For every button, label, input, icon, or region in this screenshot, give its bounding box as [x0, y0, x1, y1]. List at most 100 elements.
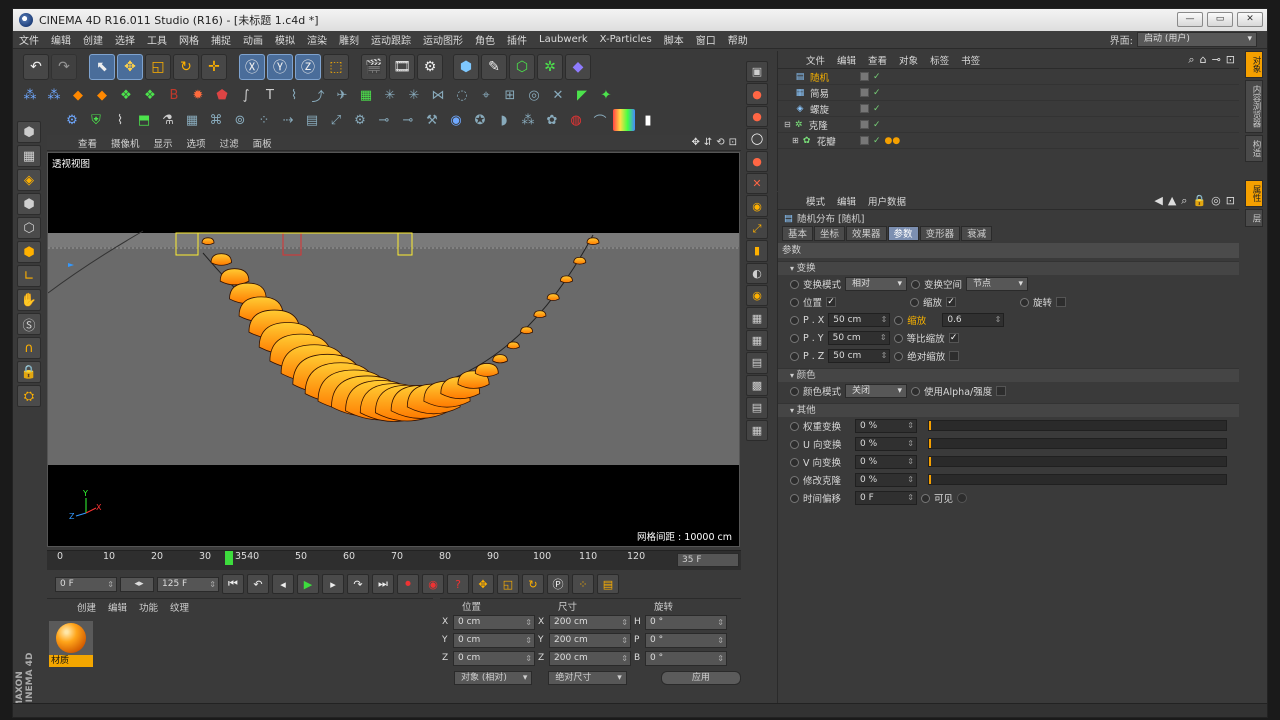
- plugin-icon-43[interactable]: ✪: [469, 109, 491, 131]
- side-tab-attributes[interactable]: 属性: [1245, 179, 1263, 207]
- plugin-icon-45[interactable]: ⁂: [517, 109, 539, 131]
- prev-key-icon[interactable]: ↶: [247, 574, 269, 594]
- plugin-icon-12[interactable]: ⌇: [283, 84, 305, 106]
- plugin-icon-33[interactable]: ⊚: [229, 109, 251, 131]
- plugin-icon-40[interactable]: ⊸: [397, 109, 419, 131]
- key-position-icon[interactable]: ✥: [472, 574, 494, 594]
- layout-icon-6[interactable]: ✕: [746, 173, 768, 195]
- plugin-icon-37[interactable]: ⤢: [325, 109, 347, 131]
- tab-falloff[interactable]: 衰减: [961, 226, 993, 241]
- plugin-icon-26[interactable]: ⚙: [61, 109, 83, 131]
- menu-xparticles[interactable]: X-Particles: [594, 34, 658, 45]
- range-slider[interactable]: ◂▸: [120, 576, 154, 592]
- new-panel-icon[interactable]: ⊡: [1226, 53, 1235, 67]
- layout-icon-4[interactable]: ◯: [746, 128, 768, 150]
- close-button[interactable]: ✕: [1237, 12, 1263, 27]
- side-tab-structure[interactable]: 构造: [1245, 134, 1263, 162]
- tab-basic[interactable]: 基本: [782, 226, 814, 241]
- plugin-icon-5[interactable]: ❖: [115, 84, 137, 106]
- anim-radio[interactable]: [790, 421, 799, 431]
- plugin-icon-18[interactable]: ⋈: [427, 84, 449, 106]
- plugin-icon-41[interactable]: ⚒: [421, 109, 443, 131]
- tab-deformer[interactable]: 变形器: [919, 226, 961, 241]
- anim-radio[interactable]: [1020, 297, 1030, 307]
- search-icon[interactable]: ⌕: [1188, 53, 1194, 67]
- layout-icon-1[interactable]: ▣: [746, 61, 768, 83]
- workplane-mode-icon[interactable]: ◈: [17, 169, 41, 191]
- texture-mode-icon[interactable]: ▦: [17, 145, 41, 167]
- edges-mode-icon[interactable]: ⬡: [17, 217, 41, 239]
- polygons-mode-icon[interactable]: ⬢: [17, 241, 41, 263]
- coordinate-system-icon[interactable]: ⬚: [323, 54, 349, 80]
- layout-icon-14[interactable]: ▤: [746, 352, 768, 374]
- go-to-end-icon[interactable]: ⏭: [372, 574, 394, 594]
- menu-file[interactable]: 文件: [13, 32, 45, 47]
- key-pla-icon[interactable]: ⁘: [572, 574, 594, 594]
- obj-menu-tags[interactable]: 标签: [924, 53, 955, 67]
- layout-icon-9[interactable]: ▮: [746, 240, 768, 262]
- layout-icon-13[interactable]: ▦: [746, 329, 768, 352]
- tab-parameter[interactable]: 参数: [887, 226, 919, 241]
- layout-icon-12[interactable]: ▦: [746, 307, 768, 329]
- menu-tools[interactable]: 工具: [141, 32, 173, 47]
- object-row-random[interactable]: ▤ 随机 ✓: [778, 69, 1239, 85]
- size-x-field[interactable]: 200 cm: [549, 614, 631, 630]
- home-icon[interactable]: ⌂: [1200, 53, 1207, 67]
- layout-icon-17[interactable]: ▦: [746, 419, 768, 441]
- zoom-icon[interactable]: ⇵: [704, 137, 712, 148]
- pos-x-field[interactable]: 0 cm: [453, 614, 535, 630]
- scale-value-field[interactable]: 0.6: [942, 313, 1005, 327]
- playhead[interactable]: [225, 551, 233, 565]
- layout-icon-8[interactable]: ⤢: [746, 217, 768, 240]
- render-view-icon[interactable]: 🎬: [361, 54, 387, 80]
- mat-menu-function[interactable]: 功能: [133, 600, 164, 614]
- plugin-icon-24[interactable]: ◤: [571, 84, 593, 106]
- new-panel-icon[interactable]: ⊡: [1226, 194, 1235, 208]
- rotate-tool-icon[interactable]: ↻: [173, 54, 199, 80]
- plugin-icon-11[interactable]: T: [259, 84, 281, 106]
- snap-icon[interactable]: Ⓢ: [17, 313, 41, 335]
- tab-coord[interactable]: 坐标: [814, 226, 846, 241]
- y-axis-lock-icon[interactable]: Ⓨ: [267, 54, 293, 80]
- material-swatch[interactable]: 材质: [49, 621, 93, 671]
- up-arrow-icon[interactable]: ▲: [1168, 194, 1176, 208]
- anim-radio[interactable]: [790, 457, 799, 467]
- minimize-button[interactable]: —: [1177, 12, 1203, 27]
- plugin-icon-21[interactable]: ⊞: [499, 84, 521, 106]
- group-transform[interactable]: 变换: [778, 261, 1239, 275]
- plugin-icon-42[interactable]: ◉: [445, 109, 467, 131]
- vp-menu-display[interactable]: 显示: [147, 136, 180, 150]
- layout-icon-3[interactable]: ●: [746, 105, 768, 128]
- attr-menu-edit[interactable]: 编辑: [831, 194, 862, 208]
- plugin-icon-30[interactable]: ⚗: [157, 109, 179, 131]
- mat-menu-edit[interactable]: 编辑: [102, 600, 133, 614]
- tab-effector[interactable]: 效果器: [846, 226, 887, 241]
- position-checkbox[interactable]: ✓: [826, 297, 837, 307]
- anim-radio[interactable]: [790, 315, 799, 325]
- end-frame-field[interactable]: 125 F: [157, 576, 219, 592]
- move-tool-icon[interactable]: ✥: [117, 54, 143, 80]
- plugin-icon-50[interactable]: ▮: [637, 109, 659, 131]
- plugin-icon-7[interactable]: B: [163, 84, 185, 106]
- anim-radio[interactable]: [790, 351, 799, 361]
- plugin-icon-36[interactable]: ▤: [301, 109, 323, 131]
- obj-menu-edit[interactable]: 编辑: [831, 53, 862, 67]
- plugin-icon-9[interactable]: ⬟: [211, 84, 233, 106]
- lock-workplane-icon[interactable]: 🔒: [17, 361, 41, 383]
- model-mode-icon[interactable]: ⬢: [17, 121, 41, 143]
- color-mode-dropdown[interactable]: 关闭: [845, 384, 908, 398]
- rot-p-field[interactable]: 0 °: [645, 632, 727, 648]
- render-settings-icon[interactable]: ⚙: [417, 54, 443, 80]
- coord-mode-dropdown[interactable]: 对象 (相对): [454, 671, 533, 685]
- key-help-icon[interactable]: ?: [447, 574, 469, 594]
- px-field[interactable]: 50 cm: [828, 313, 891, 327]
- recent-tool-icon[interactable]: ✛: [201, 54, 227, 80]
- plugin-icon-32[interactable]: ⌘: [205, 109, 227, 131]
- key-param-icon[interactable]: Ⓟ: [547, 574, 569, 594]
- side-tab-objects[interactable]: 对象: [1245, 51, 1263, 78]
- cube-object-icon[interactable]: ⬢: [453, 54, 479, 80]
- plugin-icon-48[interactable]: ⌒: [589, 109, 611, 131]
- obj-menu-view[interactable]: 查看: [862, 53, 893, 67]
- menu-mograph[interactable]: 运动图形: [417, 32, 469, 47]
- z-axis-lock-icon[interactable]: Ⓩ: [295, 54, 321, 80]
